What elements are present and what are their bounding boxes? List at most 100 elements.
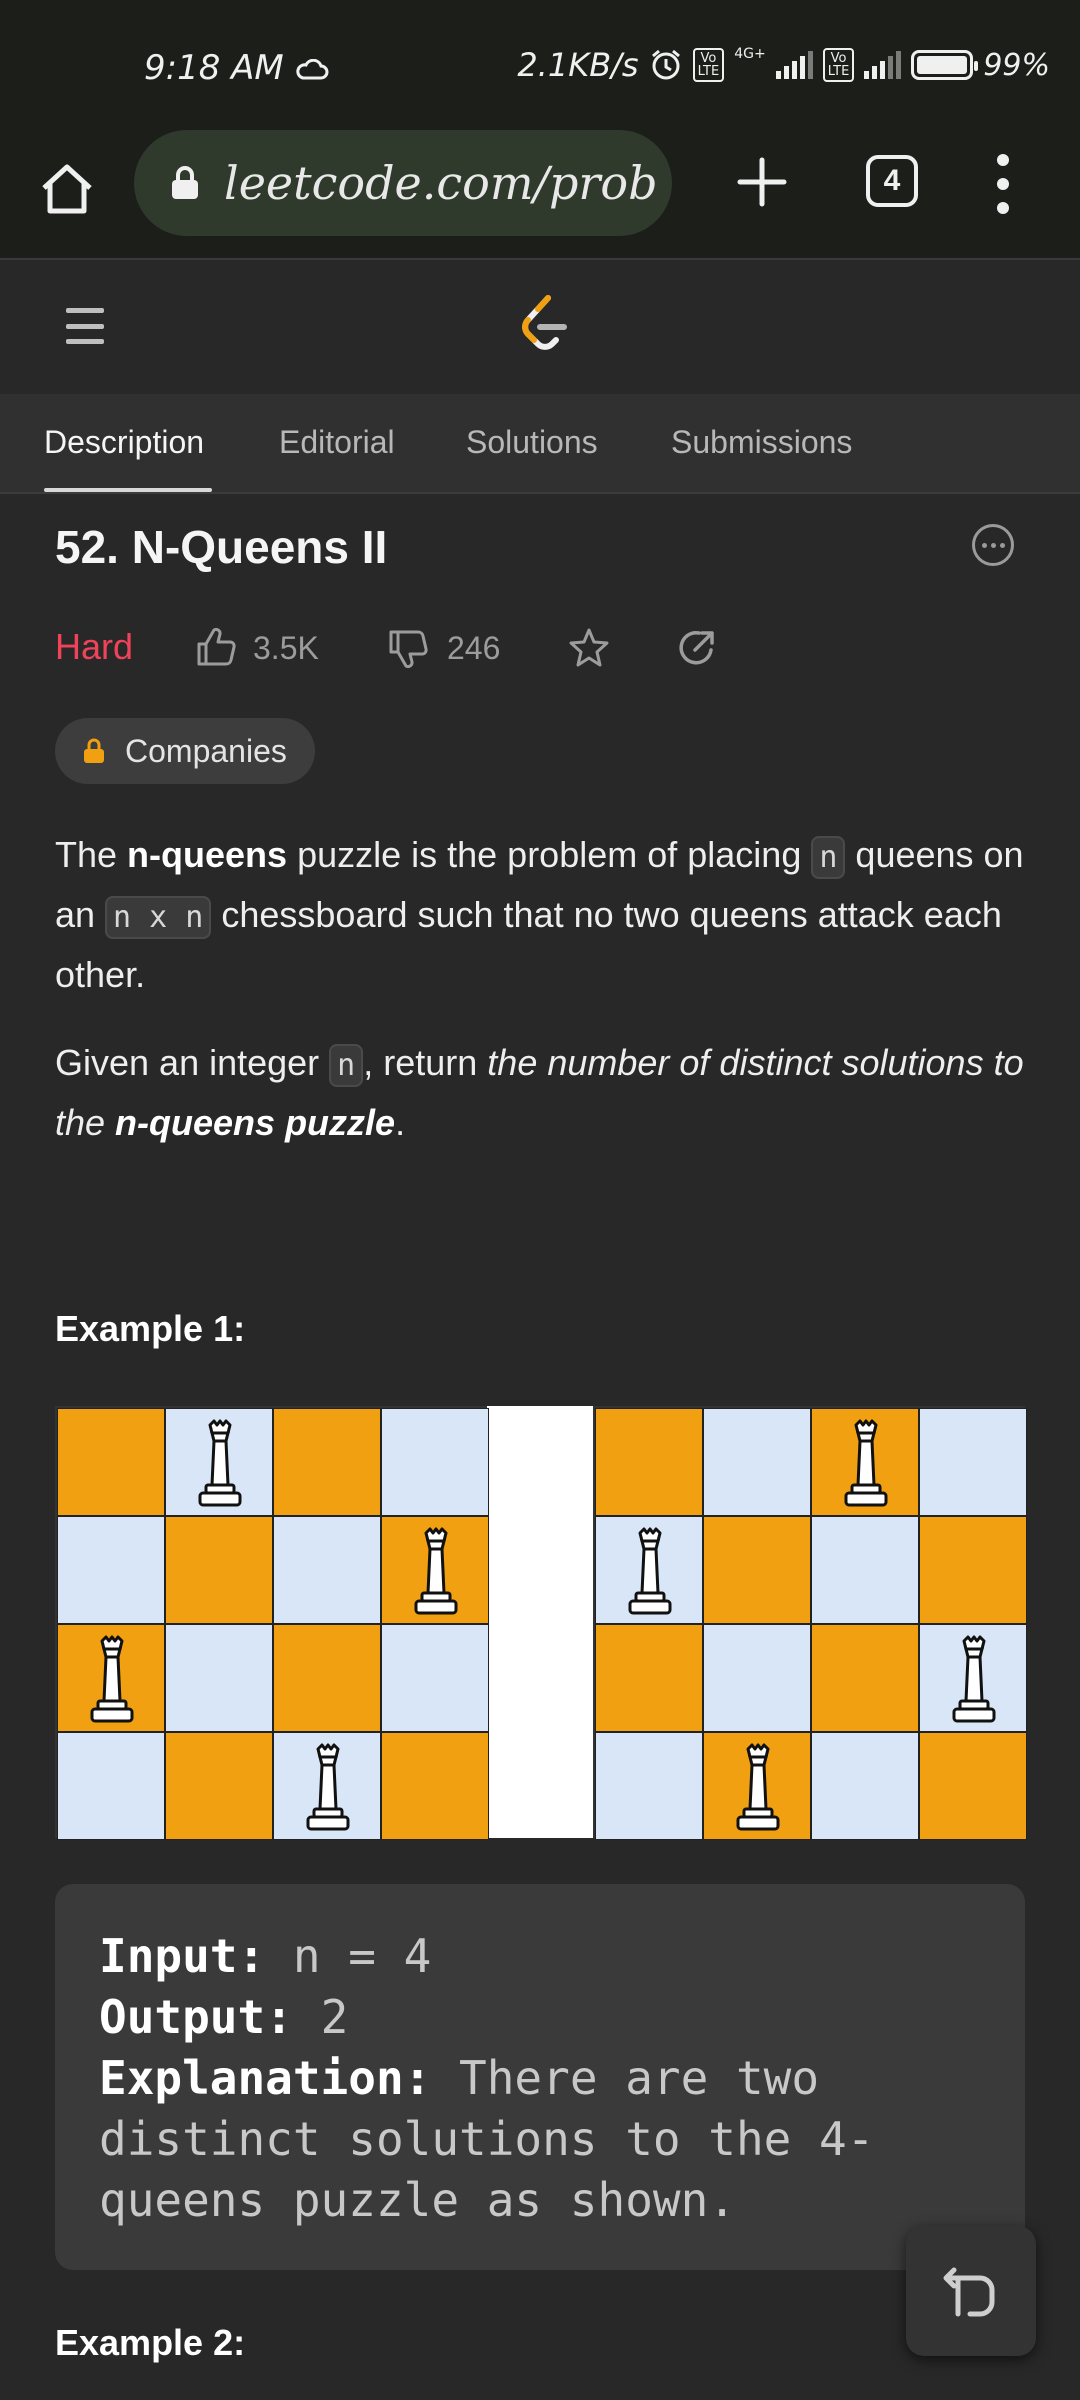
- tab-submissions[interactable]: Submissions: [671, 424, 852, 461]
- board-square: [381, 1624, 489, 1732]
- more-horiz-icon[interactable]: [972, 524, 1014, 566]
- queen-icon: [942, 1635, 1006, 1727]
- tab-description[interactable]: Description: [44, 424, 204, 461]
- status-bar: 9:18 AM 2.1KB/s Vo LTE 4G+ Vo LTE 99%: [0, 0, 1080, 130]
- board-square: [919, 1408, 1027, 1516]
- board-square: [381, 1516, 489, 1624]
- signal-icon-2: [864, 51, 902, 79]
- more-vert-icon[interactable]: [990, 154, 1016, 214]
- lock-icon: [84, 738, 104, 763]
- share-icon[interactable]: [677, 628, 717, 668]
- reset-code-icon: [943, 2267, 995, 2317]
- explanation-text: There are two: [431, 2051, 820, 2105]
- queen-icon: [726, 1743, 790, 1835]
- description-paragraph-2: Given an integer n, return the number of…: [55, 1042, 1024, 1143]
- plus-icon[interactable]: [734, 154, 790, 210]
- url-text: leetcode.com/prob: [224, 156, 658, 210]
- board-square: [811, 1624, 919, 1732]
- board-square: [273, 1408, 381, 1516]
- clock-text: 9:18 AM: [144, 48, 284, 88]
- board-square: [595, 1624, 703, 1732]
- board-square: [165, 1516, 273, 1624]
- chessboard-solution-1: [55, 1406, 489, 1840]
- output-label: Output:: [99, 1990, 293, 2044]
- companies-button[interactable]: Companies: [55, 718, 315, 784]
- companies-label: Companies: [125, 732, 287, 769]
- example-1-block: Input: n = 4 Output: 2 Explanation: Ther…: [55, 1884, 1025, 2270]
- board-square: [703, 1732, 811, 1840]
- chessboard-solution-2: [593, 1406, 1027, 1840]
- board-square: [273, 1624, 381, 1732]
- description-paragraph-1: The n-queens puzzle is the problem of pl…: [55, 834, 1024, 995]
- net-speed: 2.1KB/s: [517, 46, 639, 84]
- thumbs-down-icon[interactable]: [387, 628, 429, 670]
- board-square: [703, 1516, 811, 1624]
- queen-icon: [80, 1635, 144, 1727]
- status-time: 9:18 AM: [144, 48, 329, 88]
- battery-percent: 99%: [983, 47, 1050, 83]
- battery-icon: [911, 50, 979, 80]
- output-value: 2: [292, 1990, 349, 2044]
- address-bar[interactable]: leetcode.com/prob: [134, 130, 672, 236]
- queen-icon: [296, 1743, 360, 1835]
- volte-icon-2: Vo LTE: [822, 48, 855, 82]
- board-square: [703, 1624, 811, 1732]
- star-icon[interactable]: [567, 626, 611, 670]
- board-square: [57, 1516, 165, 1624]
- board-square: [811, 1408, 919, 1516]
- board-square: [381, 1408, 489, 1516]
- cloud-icon: [295, 58, 329, 79]
- board-square: [595, 1408, 703, 1516]
- example-2-title: Example 2:: [55, 2322, 246, 2363]
- queen-icon: [188, 1419, 252, 1511]
- board-square: [273, 1516, 381, 1624]
- difficulty-badge: Hard: [55, 626, 134, 667]
- tab-editorial[interactable]: Editorial: [279, 424, 395, 461]
- board-square: [811, 1516, 919, 1624]
- hamburger-icon[interactable]: [66, 308, 104, 344]
- tab-solutions[interactable]: Solutions: [466, 424, 598, 461]
- volte-icon-1: Vo LTE: [692, 48, 725, 82]
- problem-content: 52. N-Queens II Hard 3.5K 246 Companies …: [0, 496, 1080, 2400]
- board-square: [57, 1624, 165, 1732]
- thumbs-up-icon[interactable]: [195, 626, 237, 668]
- explanation-text: queens puzzle as shown.: [99, 2173, 736, 2227]
- example-image: [55, 1406, 1027, 1840]
- board-square: [919, 1732, 1027, 1840]
- problem-title: 52. N-Queens II: [55, 521, 388, 573]
- tabs-icon[interactable]: 4: [866, 155, 918, 207]
- active-tab-indicator: [44, 488, 212, 492]
- example-1-title: Example 1:: [55, 1308, 246, 1349]
- explanation-label: Explanation:: [99, 2051, 432, 2105]
- input-label: Input:: [99, 1929, 266, 1983]
- dislike-count: 246: [447, 630, 501, 666]
- board-square: [57, 1732, 165, 1840]
- explanation-text: distinct solutions to the 4-: [99, 2112, 875, 2166]
- home-icon[interactable]: [38, 160, 96, 218]
- browser-toolbar: leetcode.com/prob 4: [0, 130, 1080, 260]
- board-square: [595, 1732, 703, 1840]
- tab-count: 4: [883, 164, 901, 197]
- board-square: [703, 1408, 811, 1516]
- queen-icon: [404, 1527, 468, 1619]
- board-square: [165, 1624, 273, 1732]
- network-type: 4G+: [734, 46, 766, 62]
- board-square: [381, 1732, 489, 1840]
- leetcode-logo-icon[interactable]: [516, 292, 572, 356]
- board-square: [919, 1624, 1027, 1732]
- site-header: [0, 262, 1080, 394]
- signal-icon-1: [775, 51, 813, 79]
- board-square: [273, 1732, 381, 1840]
- problem-meta: Hard 3.5K 246: [55, 622, 1055, 672]
- board-square: [165, 1408, 273, 1516]
- queen-icon: [834, 1419, 898, 1511]
- board-square: [919, 1516, 1027, 1624]
- status-indicators: 2.1KB/s Vo LTE 4G+ Vo LTE 99%: [517, 46, 1050, 84]
- board-square: [57, 1408, 165, 1516]
- board-square: [165, 1732, 273, 1840]
- reset-code-button[interactable]: [906, 2226, 1036, 2356]
- problem-tabs: Description Editorial Solutions Submissi…: [0, 394, 1080, 494]
- queen-icon: [618, 1527, 682, 1619]
- board-square: [595, 1516, 703, 1624]
- lock-icon: [172, 166, 198, 199]
